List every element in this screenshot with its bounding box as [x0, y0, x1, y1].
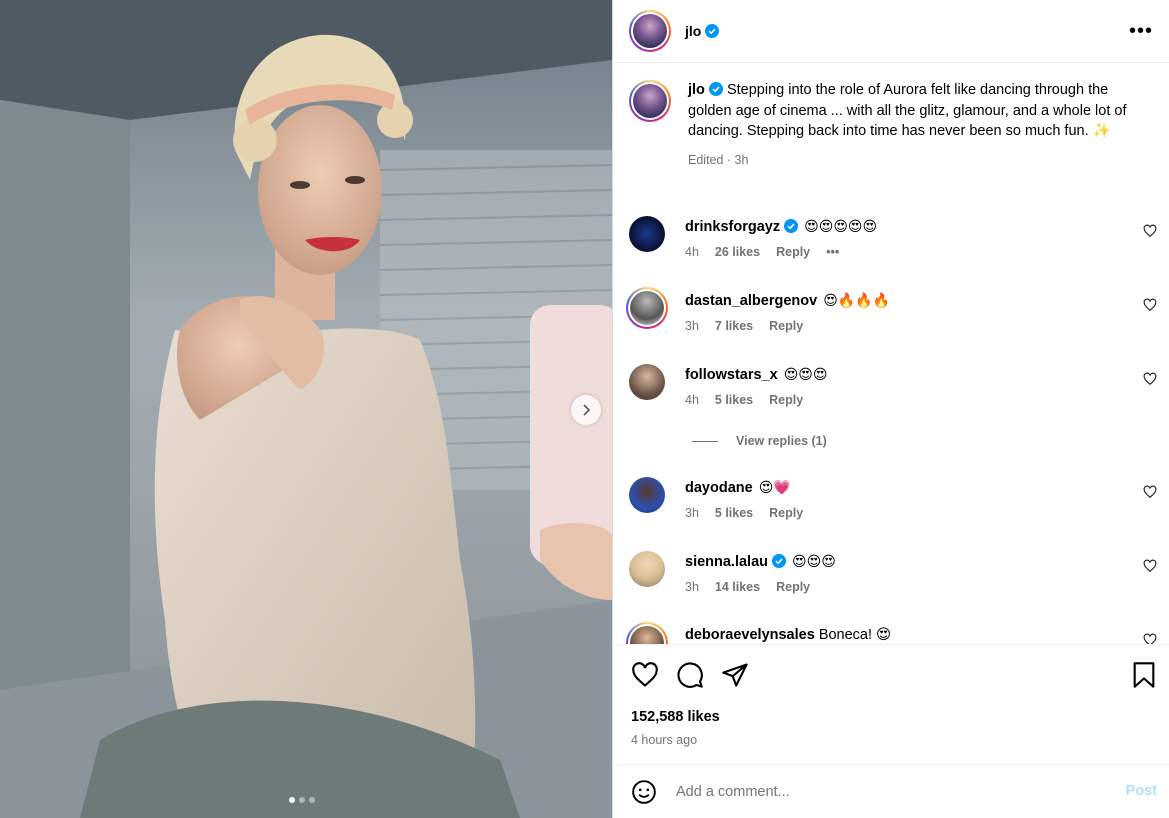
comment-text: 😍🔥🔥🔥 [823, 292, 891, 308]
comment-item: followstars_x 😍😍😍 4h 5 likes Reply [629, 364, 1159, 407]
comment-text: 😍💗 [758, 479, 791, 495]
reply-button[interactable]: Reply [769, 319, 803, 333]
verified-badge-icon [705, 24, 720, 38]
comment-time[interactable]: 4h [685, 245, 699, 259]
verified-badge-icon [784, 219, 799, 233]
post-time[interactable]: 4 hours ago [631, 733, 697, 747]
commenter-username[interactable]: deboraevelynsales [685, 627, 815, 643]
heart-icon[interactable] [1143, 559, 1157, 573]
reply-button[interactable]: Reply [776, 245, 810, 259]
post-comment-button[interactable]: Post [1126, 783, 1157, 799]
comment-item: deboraevelynsales Boneca! 😍 [626, 622, 1159, 644]
carousel-dot [299, 797, 305, 803]
reply-divider [692, 440, 718, 442]
reply-button[interactable]: Reply [769, 393, 803, 407]
carousel-next-button[interactable] [571, 395, 601, 425]
emoji-icon[interactable] [631, 779, 657, 805]
comment-item: sienna.lalau 😍😍😍 3h 14 likes Reply [629, 551, 1159, 594]
comment-time[interactable]: 3h [685, 506, 699, 520]
caption-meta: Edited · 3h [688, 152, 749, 167]
comment-time[interactable]: 3h [685, 319, 699, 333]
view-replies-button[interactable]: View replies (1) [692, 434, 827, 448]
comment-likes[interactable]: 7 likes [715, 319, 753, 333]
post-actions: 152,588 likes 4 hours ago [613, 644, 1169, 764]
commenter-username[interactable]: drinksforgayz [685, 219, 780, 235]
commenter-avatar[interactable] [629, 477, 665, 513]
sparkles-emoji: ✨ [1092, 123, 1111, 139]
comment-bubble-icon[interactable] [676, 661, 704, 689]
comment-text: 😍😍😍 [783, 366, 828, 382]
verified-badge-icon [772, 554, 787, 568]
author-username[interactable]: jlo [685, 23, 720, 39]
comments-list[interactable]: jlo Stepping into the role of Aurora fel… [613, 64, 1169, 644]
commenter-username[interactable]: sienna.lalau [685, 554, 768, 570]
comment-likes[interactable]: 5 likes [715, 506, 753, 520]
comment-item: dayodane 😍💗 3h 5 likes Reply [629, 477, 1159, 520]
likes-count[interactable]: 152,588 likes [631, 709, 720, 725]
chevron-right-icon [583, 404, 591, 416]
comment-text: Boneca! 😍 [818, 627, 892, 643]
commenter-avatar[interactable] [626, 287, 668, 329]
commenter-username[interactable]: followstars_x [685, 367, 778, 383]
author-avatar[interactable] [629, 10, 671, 52]
comment-time[interactable]: 3h [685, 580, 699, 594]
more-options-icon[interactable]: ••• [1129, 21, 1153, 41]
instagram-post: jlo ••• jlo Stepping into the role of Au… [0, 0, 1169, 818]
reply-button[interactable]: Reply [776, 580, 810, 594]
bookmark-icon[interactable] [1131, 661, 1157, 689]
comment-time[interactable]: 4h [685, 393, 699, 407]
carousel-indicator [289, 797, 315, 803]
comment-likes[interactable]: 26 likes [715, 245, 760, 259]
heart-icon[interactable] [1143, 485, 1157, 499]
caption-username[interactable]: jlo [688, 82, 705, 98]
post-side-panel: jlo ••• jlo Stepping into the role of Au… [612, 0, 1169, 818]
verified-badge-icon [708, 82, 723, 96]
caption-text: Stepping into the role of Aurora felt li… [688, 82, 1127, 139]
commenter-avatar[interactable] [629, 216, 665, 252]
comment-input[interactable] [676, 783, 1106, 800]
comment-more-icon[interactable]: ••• [826, 245, 839, 259]
commenter-avatar[interactable] [629, 551, 665, 587]
heart-icon[interactable] [1143, 224, 1157, 238]
heart-icon[interactable] [1143, 633, 1157, 644]
author-avatar[interactable] [629, 80, 671, 122]
heart-icon[interactable] [1143, 372, 1157, 386]
comment-text: 😍😍😍 [792, 553, 836, 569]
comment-item: dastan_albergenov 😍🔥🔥🔥 3h 7 likes Reply [626, 287, 1159, 333]
add-comment-bar: Post [613, 764, 1169, 818]
heart-icon[interactable] [631, 661, 659, 689]
commenter-username[interactable]: dayodane [685, 480, 753, 496]
commenter-avatar[interactable] [626, 622, 668, 644]
comment-likes[interactable]: 5 likes [715, 393, 753, 407]
post-photo [0, 0, 612, 818]
commenter-avatar[interactable] [629, 364, 665, 400]
post-caption: jlo Stepping into the role of Aurora fel… [629, 80, 1159, 170]
heart-icon[interactable] [1143, 298, 1157, 312]
reply-button[interactable]: Reply [769, 506, 803, 520]
paper-plane-icon[interactable] [721, 661, 749, 689]
post-header: jlo ••• [613, 0, 1169, 63]
comment-likes[interactable]: 14 likes [715, 580, 760, 594]
comment-text: 😍😍😍😍😍 [804, 218, 878, 234]
commenter-username[interactable]: dastan_albergenov [685, 293, 817, 309]
carousel-dot [289, 797, 295, 803]
carousel-dot [309, 797, 315, 803]
post-media [0, 0, 612, 818]
comment-item: drinksforgayz 😍😍😍😍😍 4h 26 likes Reply ••• [629, 216, 1159, 259]
